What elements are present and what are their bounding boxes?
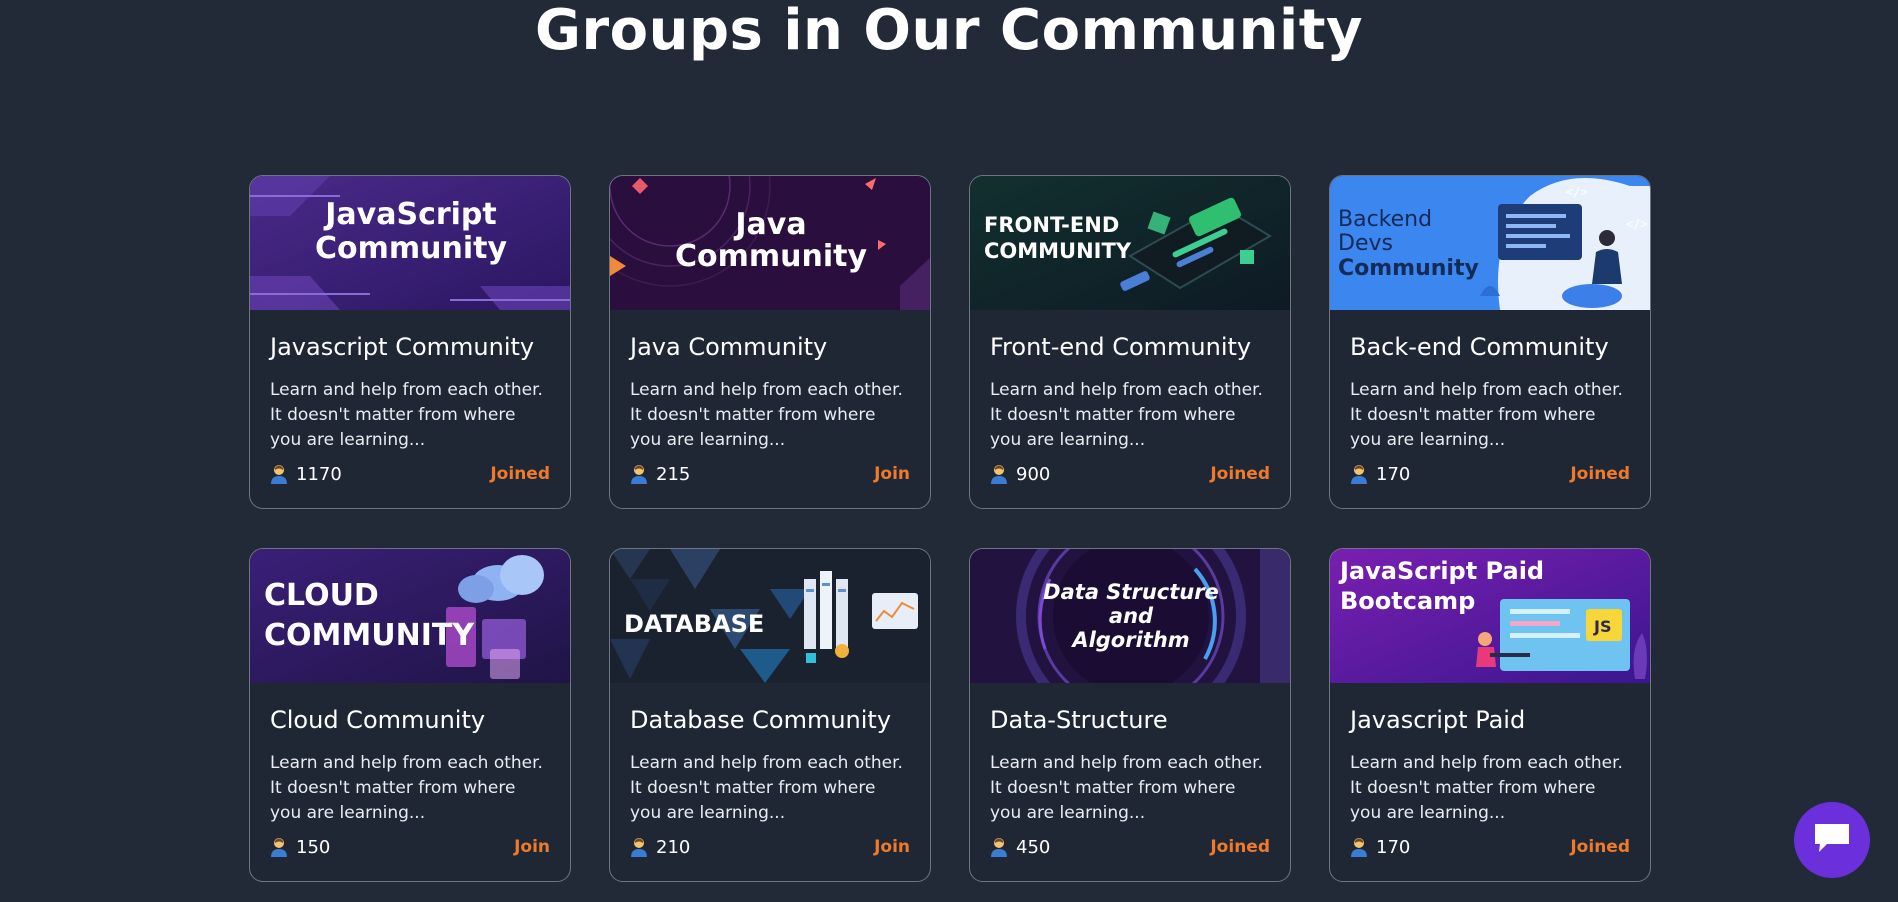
join-button[interactable]: Join [874, 837, 910, 857]
banner-line: Algorithm [1070, 628, 1189, 652]
member-count: 170 [1376, 836, 1411, 858]
banner-line: JavaScript Paid [1338, 557, 1544, 585]
member-count-wrap: 170 [1350, 837, 1410, 858]
svg-text:</>: </> [1626, 217, 1648, 231]
card-title: Javascript Community [270, 333, 535, 361]
group-card-javascript-paid[interactable]: JS JavaScript Paid Bootcamp Javascript P… [1329, 548, 1651, 882]
js-badge: JS [1593, 617, 1611, 636]
banner-line: Data Structure [1043, 580, 1219, 604]
banner-line: FRONT-END [984, 213, 1119, 237]
member-count-wrap: 450 [990, 837, 1050, 858]
member-count: 170 [1376, 463, 1411, 485]
group-card-javascript[interactable]: JavaScript Community Javascript Communit… [249, 175, 571, 509]
card-description: Learn and help from each other. It doesn… [630, 380, 903, 450]
page-title: Groups in Our Community [535, 0, 1363, 63]
join-button[interactable]: Join [514, 837, 550, 857]
java-banner: Java Community [610, 176, 930, 310]
member-count: 450 [1016, 836, 1051, 858]
person-icon [990, 837, 1008, 857]
frontend-banner: FRONT-END COMMUNITY [970, 176, 1290, 310]
groups-grid: JavaScript Community Javascript Communit… [249, 175, 1651, 882]
card-title: Cloud Community [270, 706, 486, 734]
cloud-banner: CLOUD COMMUNITY [250, 549, 570, 683]
member-count-wrap: 215 [630, 464, 690, 485]
member-count: 215 [656, 463, 691, 485]
joined-button[interactable]: Joined [1210, 837, 1270, 857]
backend-banner: </> </> Backend Devs Community [1330, 176, 1650, 310]
member-count-wrap: 900 [990, 464, 1050, 485]
person-icon [270, 837, 288, 857]
card-title: Front-end Community [990, 333, 1252, 361]
person-icon [1350, 464, 1368, 484]
banner-line: Community [675, 239, 867, 274]
member-count-wrap: 170 [1350, 464, 1410, 485]
card-description: Learn and help from each other. It doesn… [270, 753, 543, 823]
dsa-banner: Data Structure and Algorithm [970, 549, 1290, 683]
banner-line: Backend [1338, 207, 1432, 232]
joined-button[interactable]: Joined [490, 464, 550, 484]
card-title: Java Community [630, 333, 828, 361]
person-icon [1350, 837, 1368, 857]
banner-line: JavaScript [323, 197, 497, 232]
card-title: Data-Structure [990, 706, 1168, 734]
banner-line: DATABASE [624, 610, 764, 638]
group-card-cloud[interactable]: CLOUD COMMUNITY Cloud Community Learn an… [249, 548, 571, 882]
banner-line: Bootcamp [1340, 587, 1475, 615]
join-button[interactable]: Join [874, 464, 910, 484]
banner-line: COMMUNITY [264, 618, 475, 653]
member-count-wrap: 1170 [270, 464, 342, 485]
banner-line: and [1109, 604, 1154, 628]
card-description: Learn and help from each other. It doesn… [990, 380, 1263, 450]
banner-line: Devs [1338, 231, 1393, 256]
js-bootcamp-banner: JS JavaScript Paid Bootcamp [1330, 549, 1650, 683]
member-count-wrap: 210 [630, 837, 690, 858]
member-count: 1170 [296, 463, 342, 485]
member-count: 210 [656, 836, 691, 858]
group-card-frontend[interactable]: FRONT-END COMMUNITY Front-end Community … [969, 175, 1291, 509]
person-icon [630, 837, 648, 857]
person-icon [990, 464, 1008, 484]
group-card-backend[interactable]: </> </> Backend Devs Community Back-end … [1329, 175, 1651, 509]
database-banner: DATABASE [610, 549, 930, 683]
banner-line: Community [315, 231, 507, 266]
joined-button[interactable]: Joined [1570, 464, 1630, 484]
member-count: 900 [1016, 463, 1051, 485]
banner-line: Java [733, 207, 806, 242]
group-card-java[interactable]: Java Community Java Community Learn and … [609, 175, 931, 509]
joined-button[interactable]: Joined [1570, 837, 1630, 857]
card-title: Back-end Community [1350, 333, 1609, 361]
joined-button[interactable]: Joined [1210, 464, 1270, 484]
person-icon [630, 464, 648, 484]
chat-button[interactable] [1794, 802, 1870, 878]
member-count: 150 [296, 836, 331, 858]
card-description: Learn and help from each other. It doesn… [630, 753, 903, 823]
card-title: Database Community [630, 706, 892, 734]
group-card-database[interactable]: DATABASE Database Community Learn and he… [609, 548, 931, 882]
card-description: Learn and help from each other. It doesn… [270, 380, 543, 450]
svg-text:</>: </> [1566, 185, 1588, 199]
card-title: Javascript Paid [1350, 706, 1526, 734]
card-description: Learn and help from each other. It doesn… [1350, 380, 1623, 450]
banner-line: Community [1338, 256, 1479, 281]
person-icon [270, 464, 288, 484]
member-count-wrap: 150 [270, 837, 330, 858]
chat-bubble-icon [1813, 822, 1851, 858]
banner-line: COMMUNITY [984, 239, 1132, 263]
banner-line: CLOUD [264, 578, 379, 613]
javascript-banner: JavaScript Community [250, 176, 570, 310]
card-description: Learn and help from each other. It doesn… [990, 753, 1263, 823]
card-description: Learn and help from each other. It doesn… [1350, 753, 1623, 823]
group-card-data-structure[interactable]: Data Structure and Algorithm Data-Struct… [969, 548, 1291, 882]
